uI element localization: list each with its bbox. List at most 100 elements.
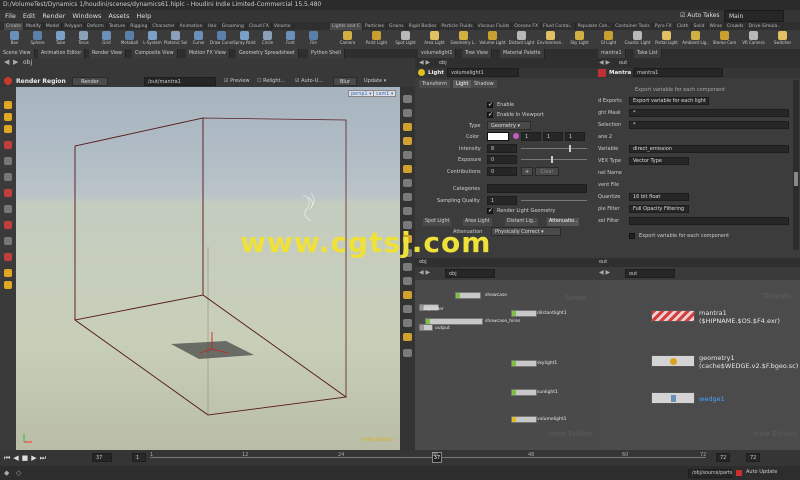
shelf-tool-shelf_tools_right-15[interactable]: Switcher	[768, 30, 797, 49]
network-editor-obj[interactable]: obj ◀ ▶ obj Scene Indie Edition showcase…	[415, 258, 595, 450]
export-component-checkbox[interactable]	[629, 233, 635, 239]
tab-light[interactable]: Light	[453, 80, 472, 88]
global-end-field[interactable]: 72	[746, 453, 760, 462]
shelf-tool-shelf_tools_left-7[interactable]: Platonic Sol..	[164, 30, 187, 49]
forward-arrow-icon[interactable]: ▶	[13, 59, 20, 66]
shelf-tool-shelf_tools_left-12[interactable]: Font	[279, 30, 302, 49]
ghost-icon[interactable]	[403, 179, 412, 187]
exposure-field[interactable]: 0	[487, 155, 517, 164]
update-dropdown[interactable]: Update ▾	[364, 78, 386, 84]
node-volumelight1[interactable]	[511, 416, 537, 423]
tab-take-list[interactable]: Take List	[634, 49, 662, 58]
tab-attenuation[interactable]: Attenuatio..	[547, 218, 580, 226]
enable-checkbox[interactable]	[487, 101, 493, 108]
tab-volumelight1[interactable]: volumelight1	[418, 49, 457, 58]
enable-viewport-checkbox[interactable]	[487, 111, 493, 118]
color-r-field[interactable]: 1	[521, 132, 541, 141]
menu-help[interactable]: Help	[136, 12, 151, 20]
shelf-tool-shelf_tools_right-14[interactable]: VR Camera	[739, 30, 768, 49]
shelf-tool-shelf_tools_right-9[interactable]: GI Light	[594, 30, 623, 49]
stats-icon[interactable]	[403, 349, 412, 357]
shelf-tool-shelf_tools_right-6[interactable]: Distant Light	[507, 30, 536, 49]
shelf-tool-shelf_tools_right-4[interactable]: Geometry L..	[449, 30, 478, 49]
shelf-tool-shelf_tools_left-11[interactable]: Circle	[256, 30, 279, 49]
start-frame-field[interactable]: 1	[132, 453, 146, 462]
blur-button[interactable]: Blur	[333, 77, 357, 86]
contributions-field[interactable]: 0	[487, 167, 517, 176]
shelf-tool-shelf_tools_right-8[interactable]: Sky Light	[565, 30, 594, 49]
color-b-field[interactable]: 1	[565, 132, 585, 141]
end-frame-field[interactable]: 72	[716, 453, 730, 462]
grid-icon[interactable]	[403, 151, 412, 159]
points-icon[interactable]	[403, 207, 412, 215]
shelf-tool-shelf_tools_left-9[interactable]: Draw Curve	[210, 30, 233, 49]
tab-python-shell[interactable]: Python Shell	[308, 49, 345, 58]
rotate-tool-icon[interactable]	[4, 125, 12, 133]
mantra-out-path[interactable]: out	[619, 60, 627, 66]
menu-edit[interactable]: Edit	[23, 12, 36, 20]
shelf-tool-shelf_tools_left-3[interactable]: Torus	[72, 30, 95, 49]
camera-menu[interactable]: cam1 ▾	[373, 90, 397, 97]
node-name-field[interactable]: volumelight1	[447, 68, 519, 77]
wireframe-icon[interactable]	[403, 109, 412, 117]
tab-material-palette[interactable]: Material Palette	[500, 49, 545, 58]
shading-icon[interactable]	[403, 165, 412, 173]
node-mantra1[interactable]	[651, 310, 695, 322]
current-frame-field[interactable]: 37	[92, 453, 112, 462]
handle-tool-icon[interactable]	[4, 141, 12, 149]
mantra-param-value[interactable]	[629, 217, 789, 225]
menu-render[interactable]: Render	[42, 12, 65, 20]
shelf-tool-shelf_tools_left-0[interactable]: Box	[3, 30, 26, 49]
node-showcase-hires[interactable]	[425, 318, 483, 325]
node-wedge1[interactable]	[651, 392, 695, 404]
render-button[interactable]: Render	[72, 77, 108, 86]
back-arrow-icon[interactable]: ◀ ▶	[599, 59, 610, 66]
color-swatch[interactable]	[487, 132, 509, 141]
shelf-tool-shelf_tools_left-13[interactable]: File	[302, 30, 325, 49]
mantra-scrollbar[interactable]	[793, 80, 799, 250]
paint-tool-icon[interactable]	[4, 205, 12, 213]
network-path-field[interactable]: obj	[445, 269, 495, 278]
light-link-icon[interactable]	[403, 333, 412, 341]
shelf-tool-shelf_tools_right-13[interactable]: Stereo Cam	[710, 30, 739, 49]
attenuation-select[interactable]: Physically Correct ▾	[491, 227, 561, 236]
shelf-tool-shelf_tools_left-1[interactable]: Sphere	[26, 30, 49, 49]
brush-tool-icon[interactable]	[4, 237, 12, 245]
tab-motion-fx-view[interactable]: Motion FX View	[186, 49, 230, 58]
mantra-param-value[interactable]: 16 bit float	[629, 193, 689, 201]
props-obj-path[interactable]: obj	[439, 60, 447, 66]
shelf-tool-shelf_tools_right-1[interactable]: Point Light	[362, 30, 391, 49]
intensity-field[interactable]: 8	[487, 144, 517, 153]
persp-camera-menu[interactable]: persp1 ▾	[348, 90, 375, 97]
tab-animation-editor[interactable]: Animation Editor	[38, 49, 86, 58]
tab-tree-view[interactable]: Tree View	[462, 49, 492, 58]
intensity-slider-handle[interactable]	[569, 145, 571, 152]
node-skylight1[interactable]	[511, 360, 537, 367]
mantra-param-value[interactable]: direct_emission	[629, 145, 789, 153]
shelf-tool-shelf_tools_left-2[interactable]: Tube	[49, 30, 72, 49]
shelf-tool-shelf_tools_right-12[interactable]: Ambient Lig..	[681, 30, 710, 49]
lights-icon[interactable]	[403, 123, 412, 131]
preview-toggle[interactable]: ☑ Preview	[224, 78, 250, 84]
tab-obj[interactable]: obj	[419, 259, 427, 265]
mantra-param-value[interactable]: Vector Type	[629, 157, 689, 165]
shelf-tool-shelf_tools_right-3[interactable]: Area Light	[420, 30, 449, 49]
templates-icon[interactable]	[403, 193, 412, 201]
auto-update-menu[interactable]: Auto Update	[746, 469, 777, 475]
node-sunlight1[interactable]	[511, 389, 537, 396]
back-arrow-icon[interactable]: ◀	[4, 59, 11, 66]
shelf-tool-shelf_tools_right-10[interactable]: Caustic Light	[623, 30, 652, 49]
info-icon[interactable]	[403, 319, 412, 327]
back-arrow-icon[interactable]: ◀ ▶	[419, 269, 430, 276]
safe-area-icon[interactable]	[403, 291, 412, 299]
shelf-tool-shelf_tools_left-4[interactable]: Grid	[95, 30, 118, 49]
tab-scene-view[interactable]: Scene View	[0, 49, 35, 58]
obj-path[interactable]: obj	[23, 59, 32, 66]
lasso-tool-icon[interactable]	[4, 253, 12, 261]
auto-takes-toggle[interactable]: ☑ Auto Takes	[676, 10, 724, 22]
tab-transform[interactable]: Transform	[419, 80, 450, 88]
channel-icon[interactable]: ◇	[16, 469, 24, 477]
view-tool-icon[interactable]	[4, 173, 12, 181]
shelf-tool-shelf_tools_right-11[interactable]: Portal Light	[652, 30, 681, 49]
categories-field[interactable]	[487, 184, 587, 193]
